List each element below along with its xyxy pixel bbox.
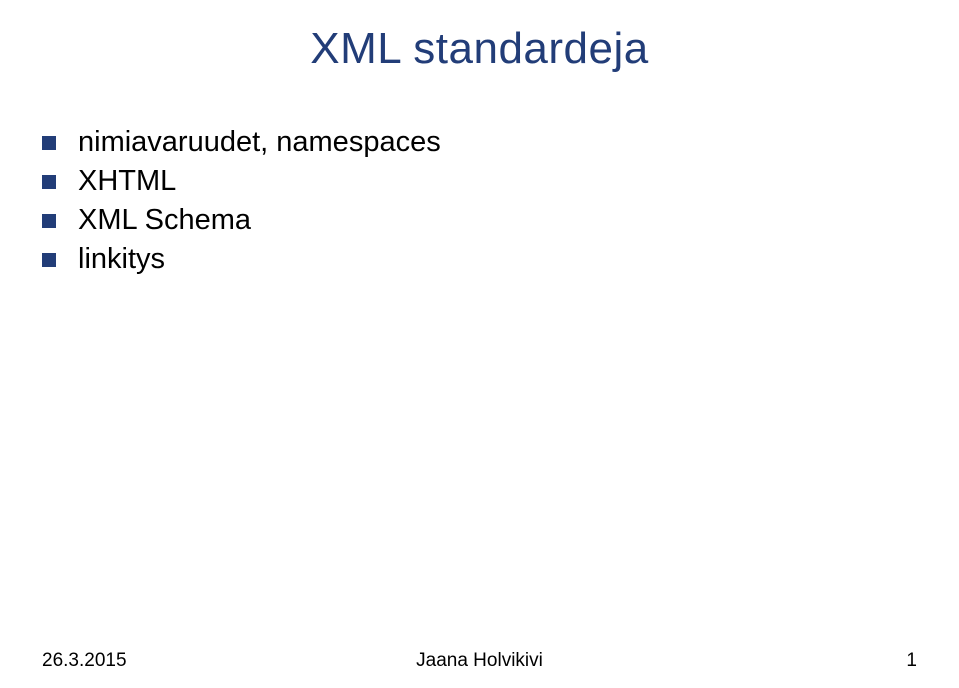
list-item: XHTML xyxy=(42,165,921,198)
slide-title: XML standardeja xyxy=(38,24,921,74)
footer-page: 1 xyxy=(906,650,917,672)
bullet-icon xyxy=(42,175,56,189)
bullet-text: linkitys xyxy=(78,243,165,276)
bullet-icon xyxy=(42,253,56,267)
list-item: XML Schema xyxy=(42,204,921,237)
bullet-icon xyxy=(42,214,56,228)
list-item: linkitys xyxy=(42,243,921,276)
bullet-text: XML Schema xyxy=(78,204,251,237)
footer-date: 26.3.2015 xyxy=(42,650,127,672)
bullet-icon xyxy=(42,136,56,150)
slide: XML standardeja nimiavaruudet, namespace… xyxy=(0,0,959,688)
bullet-text: XHTML xyxy=(78,165,176,198)
footer: 26.3.2015 Jaana Holvikivi 1 xyxy=(0,650,959,672)
list-item: nimiavaruudet, namespaces xyxy=(42,126,921,159)
bullet-list: nimiavaruudet, namespaces XHTML XML Sche… xyxy=(38,126,921,276)
bullet-text: nimiavaruudet, namespaces xyxy=(78,126,441,159)
footer-author: Jaana Holvikivi xyxy=(416,650,543,672)
